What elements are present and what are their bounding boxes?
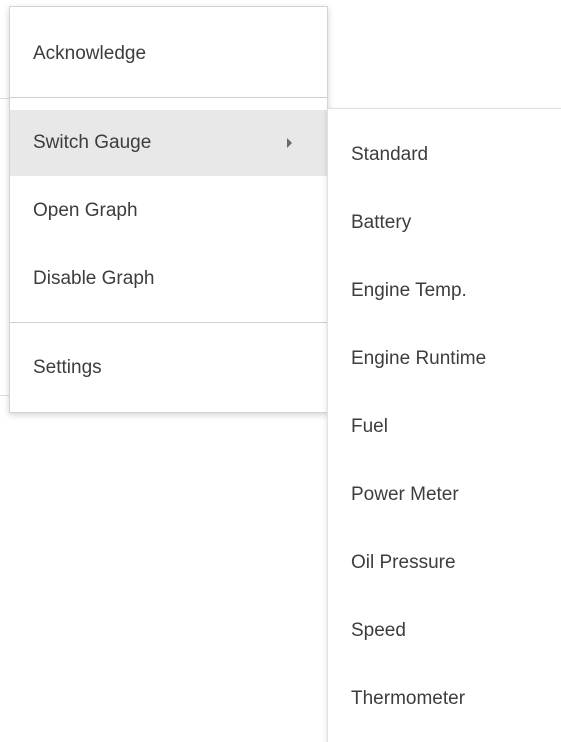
menu-item-switch-gauge[interactable]: Switch Gauge bbox=[10, 110, 327, 176]
background-divider bbox=[0, 98, 9, 99]
background-divider bbox=[0, 395, 9, 396]
switch-gauge-submenu: Standard Battery Engine Temp. Engine Run… bbox=[327, 108, 561, 742]
submenu-item-label: Oil Pressure bbox=[351, 552, 456, 573]
menu-item-label: Open Graph bbox=[33, 200, 138, 221]
submenu-item-engine-runtime[interactable]: Engine Runtime bbox=[328, 329, 561, 389]
submenu-item-standard[interactable]: Standard bbox=[328, 125, 561, 185]
submenu-item-label: Battery bbox=[351, 212, 412, 233]
menu-item-label: Acknowledge bbox=[33, 43, 147, 64]
submenu-item-label: Engine Temp. bbox=[351, 280, 467, 301]
menu-item-disable-graph[interactable]: Disable Graph bbox=[10, 246, 327, 312]
menu-item-label: Settings bbox=[33, 357, 102, 378]
submenu-item-label: Fuel bbox=[351, 416, 388, 437]
submenu-item-thermometer[interactable]: Thermometer bbox=[328, 669, 561, 729]
submenu-item-power-meter[interactable]: Power Meter bbox=[328, 465, 561, 525]
caret-right-icon bbox=[287, 138, 292, 148]
submenu-item-fuel[interactable]: Fuel bbox=[328, 397, 561, 457]
menu-item-label: Switch Gauge bbox=[33, 132, 152, 153]
submenu-item-label: Thermometer bbox=[351, 688, 466, 709]
menu-item-settings[interactable]: Settings bbox=[10, 335, 327, 401]
menu-item-open-graph[interactable]: Open Graph bbox=[10, 178, 327, 244]
menu-item-acknowledge[interactable]: Acknowledge bbox=[10, 21, 327, 87]
menu-divider bbox=[10, 97, 327, 98]
submenu-item-speed[interactable]: Speed bbox=[328, 601, 561, 661]
menu-divider bbox=[10, 322, 327, 323]
submenu-item-engine-temp[interactable]: Engine Temp. bbox=[328, 261, 561, 321]
submenu-item-label: Standard bbox=[351, 144, 429, 165]
submenu-item-label: Engine Runtime bbox=[351, 348, 487, 369]
submenu-item-label: Power Meter bbox=[351, 484, 459, 505]
context-menu: Acknowledge Switch Gauge Open Graph Disa… bbox=[9, 6, 328, 413]
screen: Acknowledge Switch Gauge Open Graph Disa… bbox=[0, 0, 561, 742]
submenu-item-oil-pressure[interactable]: Oil Pressure bbox=[328, 533, 561, 593]
submenu-item-battery[interactable]: Battery bbox=[328, 193, 561, 253]
menu-item-label: Disable Graph bbox=[33, 268, 155, 289]
submenu-item-label: Speed bbox=[351, 620, 406, 641]
